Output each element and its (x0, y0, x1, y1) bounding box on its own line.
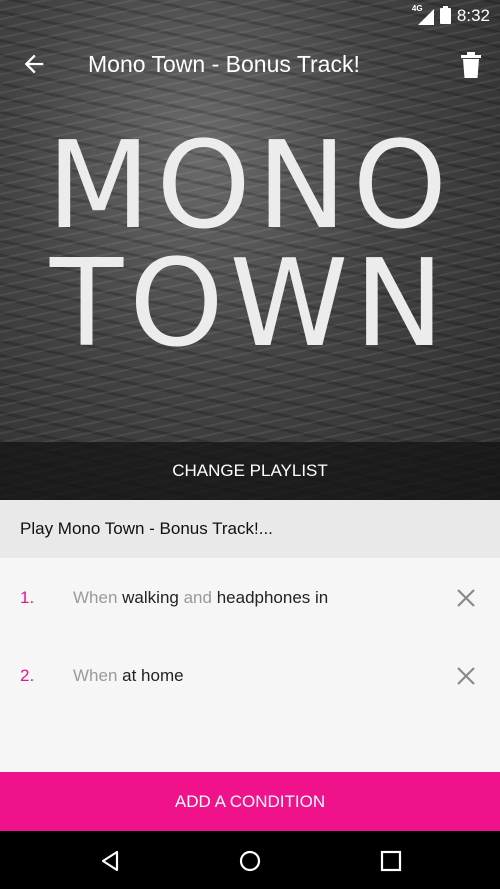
condition-place: at home (122, 666, 184, 685)
back-arrow-icon[interactable] (20, 50, 48, 78)
conditions-list: 1. When walking and headphones in 2. Whe… (0, 558, 500, 772)
album-art-header: 4G 8:32 Mono Town - Bonus Track! MONO TO… (0, 0, 500, 500)
condition-place: walking (122, 588, 179, 607)
signal-icon: 4G (412, 4, 434, 25)
album-title-art: MONO TOWN (0, 117, 500, 374)
trash-icon[interactable] (460, 52, 482, 78)
album-art-line1: MONO (46, 117, 454, 256)
nav-back-icon[interactable] (99, 850, 121, 872)
status-bar: 4G 8:32 (0, 0, 500, 32)
app-bar: Mono Town - Bonus Track! (0, 40, 500, 88)
clock: 8:32 (456, 6, 490, 25)
condition-when: When (73, 666, 118, 685)
playlist-summary: Play Mono Town - Bonus Track!... (0, 500, 500, 558)
condition-extra: headphones in (216, 588, 329, 607)
change-playlist-button[interactable]: CHANGE PLAYLIST (0, 442, 500, 500)
add-condition-button[interactable]: ADD A CONDITION (0, 772, 500, 831)
page-title: Mono Town - Bonus Track! (88, 51, 360, 77)
battery-icon (439, 6, 451, 24)
album-art-line2: TOWN (49, 235, 451, 374)
condition-text: When walking and headphones in (73, 588, 328, 608)
system-nav-bar (0, 831, 500, 889)
close-icon[interactable] (456, 666, 476, 686)
condition-row[interactable]: 2. When at home (0, 636, 500, 714)
close-icon[interactable] (456, 588, 476, 608)
condition-when: When (73, 588, 118, 607)
summary-text: Play Mono Town - Bonus Track!... (20, 519, 273, 538)
condition-text: When at home (73, 666, 184, 686)
condition-number: 2. (20, 666, 35, 685)
condition-number: 1. (20, 588, 35, 607)
nav-recents-icon[interactable] (380, 850, 402, 872)
condition-row[interactable]: 1. When walking and headphones in (0, 558, 500, 636)
nav-home-icon[interactable] (239, 850, 261, 872)
condition-and: and (183, 588, 212, 607)
